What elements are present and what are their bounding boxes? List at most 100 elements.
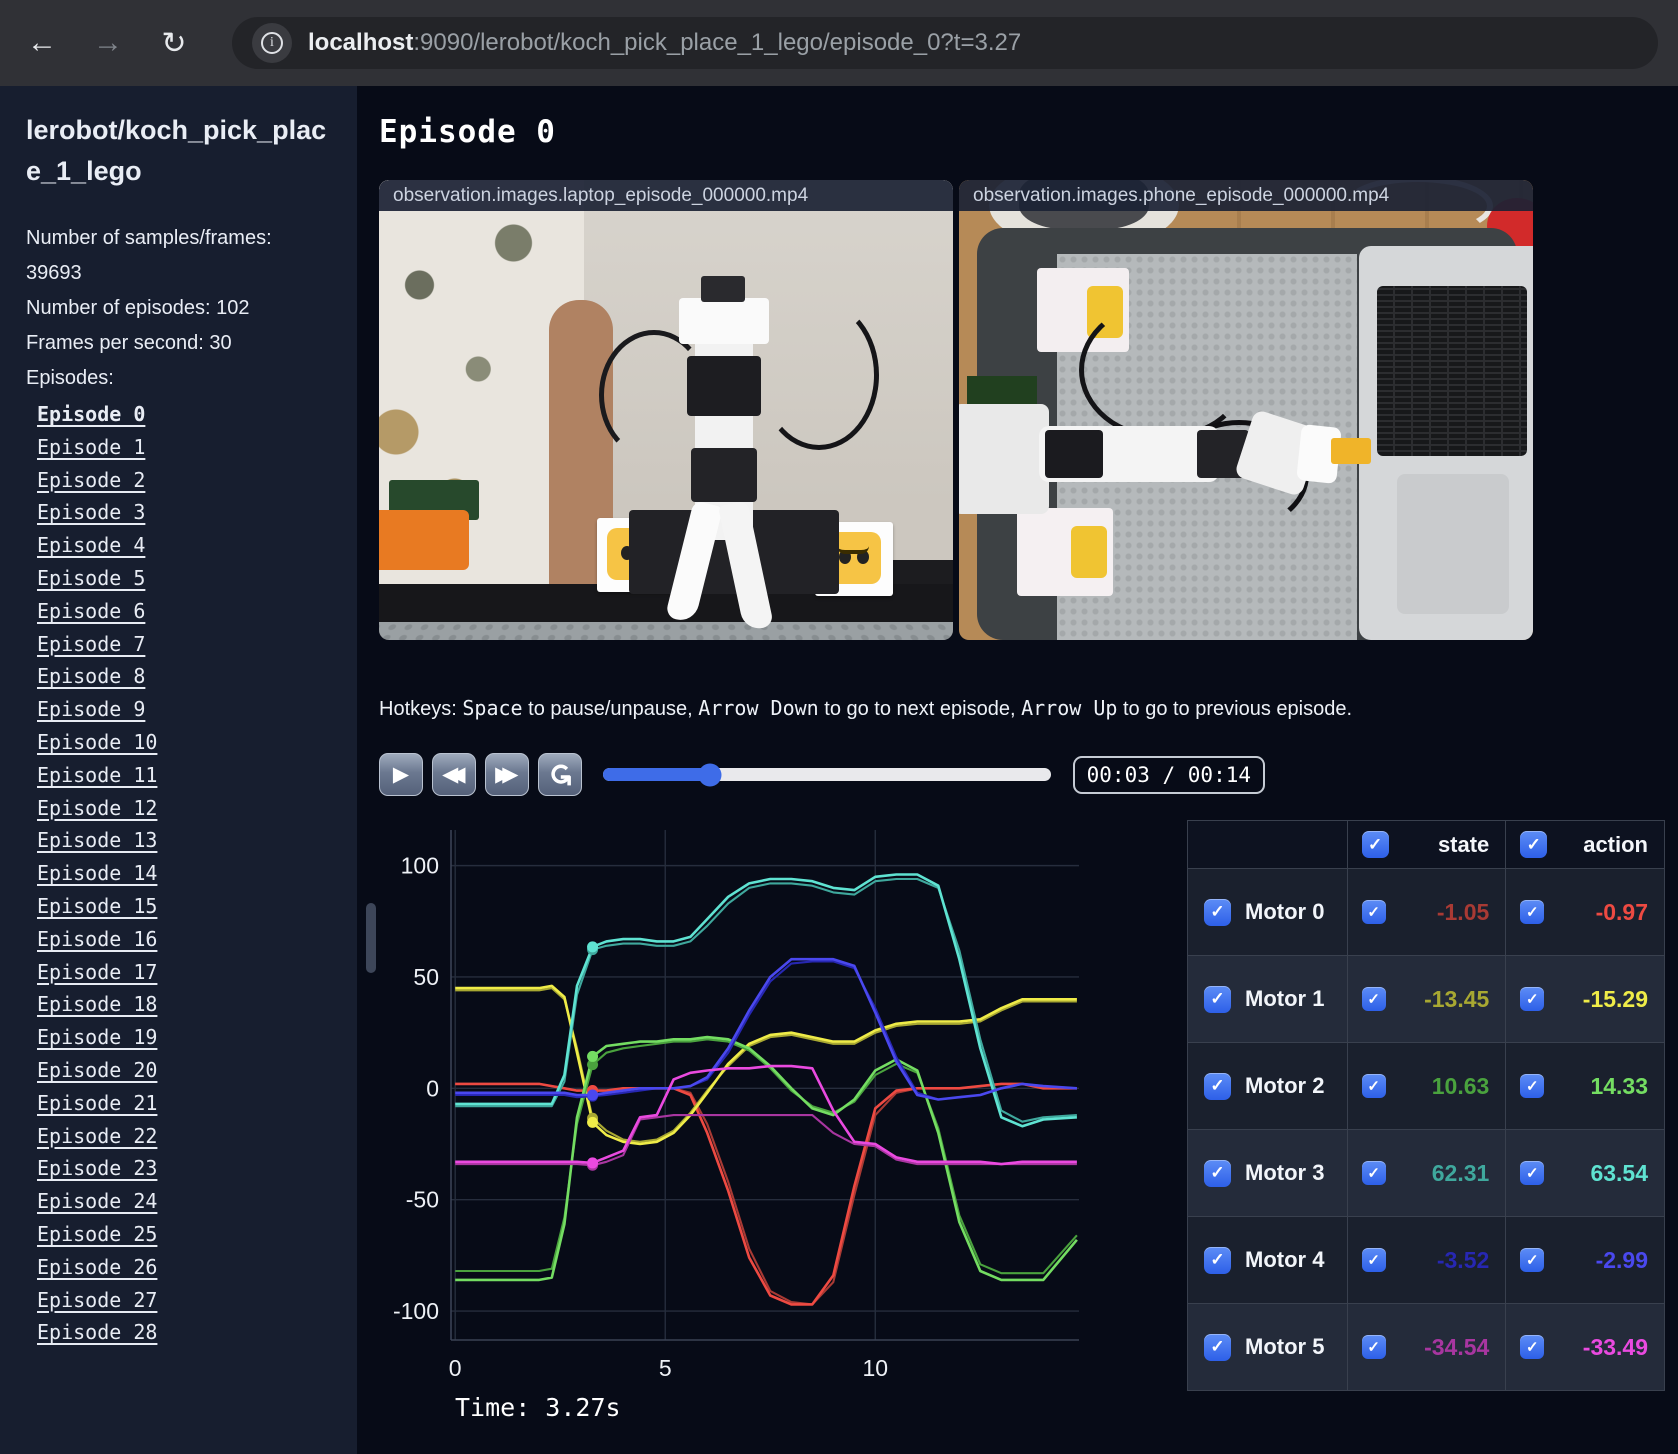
- checkbox[interactable]: ✓: [1520, 1335, 1545, 1359]
- checkbox[interactable]: ✓: [1204, 985, 1231, 1013]
- address-bar[interactable]: i localhost:9090/lerobot/koch_pick_place…: [232, 17, 1658, 69]
- episode-link[interactable]: Episode 19: [37, 1021, 339, 1054]
- episode-link[interactable]: Episode 3: [37, 496, 339, 529]
- loop-icon: ↻: [543, 761, 577, 788]
- checkbox[interactable]: ✓: [1361, 1248, 1386, 1272]
- episode-link[interactable]: Episode 0: [37, 398, 339, 431]
- episode-link[interactable]: Episode 17: [37, 956, 339, 989]
- episode-link[interactable]: Episode 9: [37, 693, 339, 726]
- checkbox[interactable]: ✓: [1520, 1074, 1545, 1098]
- motor-chart[interactable]: 100 50 0 -50 -100 0 5 10 Time: 3.27s: [379, 820, 1087, 1437]
- episode-link[interactable]: Episode 11: [37, 759, 339, 792]
- y-tick-label: 50: [413, 964, 439, 990]
- laptop: [1359, 246, 1533, 640]
- fast-forward-button[interactable]: ▶▶: [484, 753, 529, 796]
- orange-device: [379, 510, 469, 570]
- forward-icon[interactable]: →: [86, 21, 130, 65]
- video-phone-frame: [959, 180, 1533, 640]
- browser-toolbar: ← → ↻ i localhost:9090/lerobot/koch_pick…: [0, 0, 1678, 86]
- episode-link[interactable]: Episode 12: [37, 792, 339, 825]
- episode-link[interactable]: Episode 21: [37, 1087, 339, 1120]
- episode-link[interactable]: Episode 5: [37, 562, 339, 595]
- action-value: -33.49: [1582, 1333, 1648, 1360]
- seek-slider[interactable]: [602, 763, 1051, 786]
- checkbox[interactable]: ✓: [1204, 898, 1231, 926]
- checkbox[interactable]: ✓: [1204, 1246, 1231, 1274]
- episode-link[interactable]: Episode 15: [37, 890, 339, 923]
- action-value: -2.99: [1595, 1246, 1648, 1273]
- checkbox[interactable]: ✓: [1520, 1248, 1545, 1272]
- checkbox[interactable]: ✓: [1520, 987, 1545, 1011]
- rewind-button[interactable]: ◀◀: [431, 753, 476, 796]
- episode-link[interactable]: Episode 24: [37, 1185, 339, 1218]
- main-panel: Episode 0 observation.images.laptop_epis…: [357, 86, 1678, 1454]
- series-motor-2-action: [455, 1035, 1078, 1282]
- checkbox[interactable]: ✓: [1520, 1161, 1545, 1185]
- current-time-marker: [587, 1089, 599, 1101]
- rewind-icon: ◀◀: [442, 763, 466, 786]
- hotkeys-help: Hotkeys: Space to pause/unpause, Arrow D…: [379, 696, 1353, 720]
- state-value: 10.63: [1431, 1072, 1490, 1099]
- checkbox[interactable]: ✓: [1361, 1161, 1386, 1185]
- checkbox[interactable]: ✓: [1204, 1333, 1231, 1361]
- episode-link[interactable]: Episode 18: [37, 988, 339, 1021]
- checkbox[interactable]: ✓: [1361, 1335, 1386, 1359]
- episode-link[interactable]: Episode 7: [37, 628, 339, 661]
- episode-link[interactable]: Episode 25: [37, 1218, 339, 1251]
- checkbox[interactable]: ✓: [1361, 1074, 1386, 1098]
- checkbox[interactable]: ✓: [1361, 831, 1389, 858]
- current-time-marker: [587, 1157, 599, 1169]
- episode-link[interactable]: Episode 8: [37, 660, 339, 693]
- episode-link[interactable]: Episode 13: [37, 824, 339, 857]
- column-header: state: [1437, 831, 1490, 857]
- checkbox[interactable]: ✓: [1520, 831, 1548, 858]
- chart-time-label: Time: 3.27s: [455, 1393, 621, 1422]
- episode-link[interactable]: Episode 4: [37, 529, 339, 562]
- episode-link[interactable]: Episode 14: [37, 857, 339, 890]
- series-motor-2-state: [455, 1038, 1078, 1275]
- play-button[interactable]: ▶: [379, 753, 423, 796]
- play-icon: ▶: [392, 763, 410, 786]
- seek-slider-thumb[interactable]: [698, 763, 722, 786]
- back-icon[interactable]: ←: [20, 21, 64, 65]
- dataset-title: lerobot/koch_pick_place_1_lego: [26, 115, 327, 186]
- lego-baseplate: [379, 622, 953, 640]
- episode-link[interactable]: Episode 1: [37, 431, 339, 464]
- table-row: ✓ Motor 0 ✓ -1.05 ✓ -0.97: [1187, 868, 1665, 956]
- action-value: -15.29: [1582, 985, 1648, 1012]
- current-time-marker: [587, 1116, 599, 1128]
- seek-slider-fill: [602, 768, 711, 781]
- series-motor-5-state: [455, 1114, 1077, 1167]
- episode-link[interactable]: Episode 28: [37, 1316, 339, 1349]
- y-tick-label: 0: [426, 1075, 439, 1101]
- video-phone[interactable]: observation.images.phone_episode_000000.…: [959, 180, 1533, 640]
- scrollbar-thumb[interactable]: [366, 903, 376, 973]
- site-info-icon[interactable]: i: [252, 23, 292, 63]
- robot-motor: [1045, 430, 1103, 478]
- reload-icon[interactable]: ↻: [152, 21, 196, 65]
- episode-link[interactable]: Episode 6: [37, 595, 339, 628]
- robot-motor: [687, 356, 761, 416]
- checkbox[interactable]: ✓: [1361, 987, 1386, 1011]
- lego-brick: [1331, 438, 1371, 464]
- loop-button[interactable]: ↻: [537, 753, 582, 796]
- episode-link[interactable]: Episode 2: [37, 464, 339, 497]
- episode-link[interactable]: Episode 16: [37, 923, 339, 956]
- checkbox[interactable]: ✓: [1520, 900, 1545, 924]
- episode-link[interactable]: Episode 10: [37, 726, 339, 759]
- table-row: ✓ Motor 2 ✓ 10.63 ✓ 14.33: [1187, 1042, 1665, 1130]
- episode-link[interactable]: Episode 20: [37, 1054, 339, 1087]
- checkbox[interactable]: ✓: [1204, 1072, 1231, 1100]
- state-value: -34.54: [1424, 1333, 1490, 1360]
- video-laptop[interactable]: observation.images.laptop_episode_000000…: [379, 180, 953, 640]
- cable: [759, 300, 879, 450]
- episode-link[interactable]: Episode 22: [37, 1120, 339, 1153]
- episode-link[interactable]: Episode 26: [37, 1251, 339, 1284]
- motor-table: ✓ state ✓ action ✓ Motor 0 ✓ -1.05 ✓ -0.97 ✓ Motor …: [1187, 820, 1665, 1391]
- episode-link[interactable]: Episode 23: [37, 1152, 339, 1185]
- checkbox[interactable]: ✓: [1361, 900, 1386, 924]
- state-value: 62.31: [1431, 1159, 1490, 1186]
- episode-list: Episode 0 Episode 1 Episode 2 Episode 3 Epis…: [26, 398, 339, 1349]
- episode-link[interactable]: Episode 27: [37, 1284, 339, 1317]
- checkbox[interactable]: ✓: [1204, 1159, 1231, 1187]
